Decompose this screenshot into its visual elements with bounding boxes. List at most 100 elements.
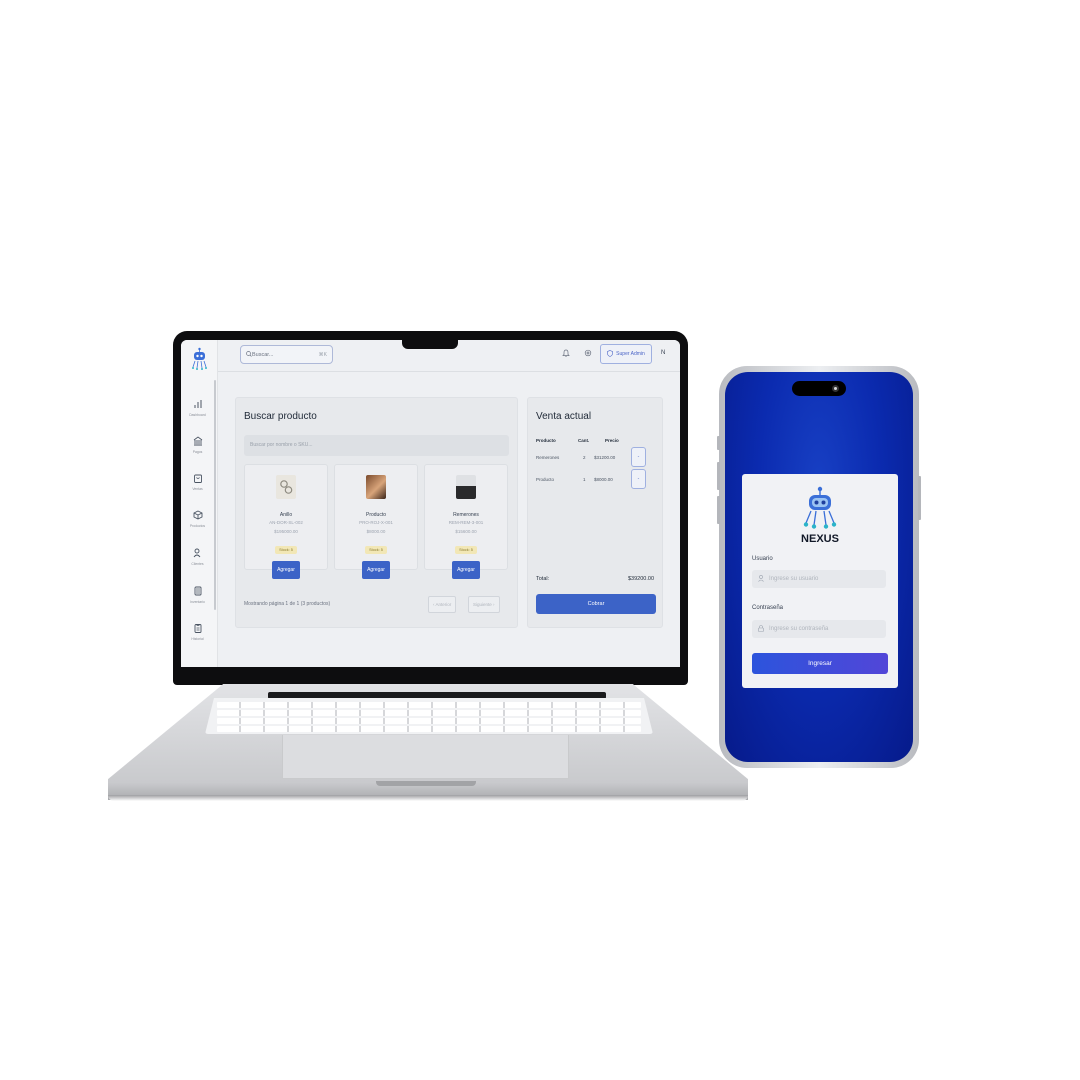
phone-screen: NEXUS Usuario Ingrese su usuario Contras… <box>725 372 913 762</box>
sale-item-qty: 1 <box>583 477 586 482</box>
product-search-input[interactable]: Buscar por nombre o SKU... <box>244 435 509 456</box>
product-sku: PRO-ROJ-X-001 <box>359 520 393 525</box>
role-badge[interactable]: Super Admin <box>600 344 652 364</box>
laptop-trackpad <box>282 735 569 779</box>
shield-icon <box>607 349 613 359</box>
sidebar-item-productos[interactable]: Productos <box>181 510 214 528</box>
column-header-qty: Cant. <box>578 438 590 443</box>
sidebar-item-ventas[interactable]: Ventas <box>181 473 214 491</box>
panel-title: Buscar producto <box>244 411 317 422</box>
current-sale-panel: Venta actual Producto Cant. Precio Remer… <box>527 397 663 628</box>
users-icon <box>181 548 214 560</box>
sidebar-item-label: Pagos <box>192 450 203 454</box>
panel-title: Venta actual <box>536 411 592 422</box>
product-image-photo <box>366 475 386 499</box>
sidebar-scrollbar[interactable] <box>214 380 216 610</box>
sidebar-item-dashboard[interactable]: Dashboard <box>181 399 214 417</box>
sale-item-product: Remerones <box>536 455 560 460</box>
laptop-screen: Dashboard Pagos Ventas Productos Cliente… <box>181 340 680 667</box>
previous-page-button[interactable]: ‹ Anterior <box>428 596 457 613</box>
laptop-front-notch <box>376 781 476 786</box>
product-name: Remerones <box>453 512 479 518</box>
total-value: $39200.00 <box>628 576 654 582</box>
stock-badge: Stock: 5 <box>275 546 297 554</box>
add-product-button[interactable]: Agregar <box>272 561 300 579</box>
product-price: $8000.00 <box>366 529 386 534</box>
sale-item-qty: 2 <box>583 455 586 460</box>
sidebar-item-label: Dashboard <box>189 413 206 417</box>
sidebar-item-inventario[interactable]: Inventario <box>181 586 214 604</box>
sidebar-item-label: Ventas <box>192 487 203 491</box>
password-label: Contraseña <box>752 605 784 611</box>
product-card: Remerones REM-REM-3-001 $15600.00 Stock:… <box>424 464 508 579</box>
sidebar-item-label: Historial <box>191 637 204 641</box>
bell-icon[interactable] <box>562 349 570 359</box>
sale-item-price: $8000.00 <box>594 477 613 482</box>
laptop-lid: Dashboard Pagos Ventas Productos Cliente… <box>173 331 688 685</box>
brand-name: NEXUS <box>801 533 839 545</box>
login-button[interactable]: Ingresar <box>752 653 888 674</box>
next-page-button[interactable]: Siguiente › <box>468 596 500 613</box>
product-name: Producto <box>365 512 386 518</box>
bar-chart-icon <box>181 399 214 411</box>
product-search-panel: Buscar producto Buscar por nombre o SKU.… <box>235 397 518 628</box>
sale-item-price: $31200.00 <box>594 455 616 460</box>
sidebar-item-label: Clientes <box>191 562 204 566</box>
bank-icon <box>181 436 214 448</box>
remove-item-button[interactable]: - <box>631 447 646 467</box>
app-sidebar: Dashboard Pagos Ventas Productos Cliente… <box>181 340 218 667</box>
search-shortcut: ⌘K <box>318 351 327 358</box>
add-product-button[interactable]: Agregar <box>452 561 480 579</box>
product-card: Producto PRO-ROJ-X-001 $8000.00 Stock: 5… <box>334 464 418 579</box>
sale-item-product: Producto <box>536 477 555 482</box>
column-header-price: Precio <box>605 438 619 443</box>
settings-icon[interactable] <box>584 349 592 359</box>
avatar[interactable]: N <box>661 350 665 356</box>
product-sku: AN-DOR-SL-002 <box>269 520 303 525</box>
global-search-input[interactable]: Buscar... ⌘K <box>240 345 333 364</box>
charge-button[interactable]: Cobrar <box>536 594 656 614</box>
pagination-info: Mostrando página 1 de 1 (3 productos) <box>244 601 331 607</box>
user-icon <box>758 574 764 584</box>
role-badge-label: Super Admin <box>616 351 645 357</box>
shopping-bag-icon <box>181 473 214 485</box>
sidebar-item-pagos[interactable]: Pagos <box>181 436 214 454</box>
inventory-icon <box>181 586 214 598</box>
username-placeholder: Ingrese su usuario <box>769 576 819 582</box>
product-card: Anillo AN-DOR-SL-002 $195000.00 Stock: 5… <box>244 464 328 579</box>
sidebar-item-label: Inventario <box>190 600 205 604</box>
dynamic-island <box>792 381 846 396</box>
device-mockup-scene: Dashboard Pagos Ventas Productos Cliente… <box>0 0 1080 1080</box>
username-label: Usuario <box>752 556 773 562</box>
total-label: Total: <box>536 576 550 582</box>
column-header-product: Producto <box>536 438 556 443</box>
sidebar-item-clientes[interactable]: Clientes <box>181 548 214 566</box>
product-price: $195000.00 <box>274 529 298 534</box>
laptop-hinge <box>268 692 606 699</box>
robot-logo-icon <box>803 486 837 529</box>
camera-icon <box>832 385 839 392</box>
package-icon <box>181 510 214 522</box>
product-sku: REM-REM-3-001 <box>448 520 484 525</box>
robot-logo-icon[interactable] <box>191 347 208 371</box>
password-field[interactable]: Ingrese su contraseña <box>752 620 886 638</box>
product-image-shirt <box>456 475 476 499</box>
product-price: $15600.00 <box>455 529 477 534</box>
add-product-button[interactable]: Agregar <box>362 561 390 579</box>
product-image-rings <box>276 475 296 499</box>
remove-item-button[interactable]: - <box>631 469 646 489</box>
search-placeholder: Buscar... <box>252 351 274 358</box>
username-field[interactable]: Ingrese su usuario <box>752 570 886 588</box>
sidebar-item-label: Productos <box>189 524 206 528</box>
phone-frame: NEXUS Usuario Ingrese su usuario Contras… <box>717 366 921 768</box>
camera-notch <box>402 331 458 349</box>
laptop-keyboard <box>205 698 653 734</box>
lock-icon <box>758 624 764 634</box>
laptop-base-edge <box>108 795 748 801</box>
sidebar-item-historial[interactable]: Historial <box>181 623 214 641</box>
password-placeholder: Ingrese su contraseña <box>769 626 829 632</box>
clipboard-icon <box>181 623 214 635</box>
stock-badge: Stock: 5 <box>365 546 387 554</box>
product-name: Anillo <box>279 512 293 518</box>
stock-badge: Stock: 5 <box>455 546 477 554</box>
